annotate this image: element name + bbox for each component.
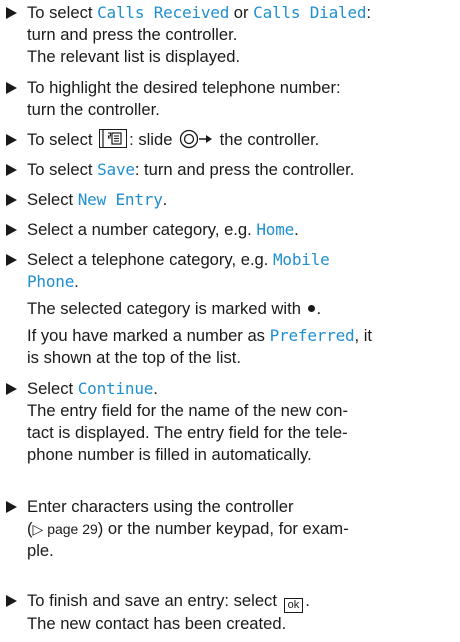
result-note: , it [354, 326, 373, 345]
step-select-calls-list: To select Calls Received or Calls Dialed… [6, 2, 456, 68]
result-note: If you have marked a number as [27, 326, 270, 345]
step-text: Select a number category, e.g. [27, 220, 257, 239]
step-select-continue: Select Continue. The entry field for the… [6, 378, 456, 466]
step-text: . [153, 379, 158, 398]
result-note: phone number is filled in automatically. [27, 445, 312, 464]
step-text: turn the controller. [27, 100, 160, 119]
manual-page: To select Calls Received or Calls Dialed… [0, 0, 460, 642]
bullet-arrow-icon [6, 595, 17, 607]
step-text: : [366, 3, 371, 22]
step-text: . [294, 220, 299, 239]
softkey-preferred: Preferred [269, 326, 355, 345]
bullet-arrow-icon [6, 254, 17, 266]
step-highlight-number: To highlight the desired telephone numbe… [6, 77, 456, 121]
step-text: To select [27, 3, 98, 22]
step-text: ple. [27, 541, 54, 560]
step-select-new-entry: Select New Entry. [6, 189, 456, 211]
step-text: Select a telephone category, e.g. [27, 250, 273, 269]
step-text: To highlight the desired telephone numbe… [27, 78, 341, 97]
bullet-arrow-icon [6, 383, 17, 395]
step-text: the controller. [215, 130, 320, 149]
result-note: . [316, 299, 322, 318]
step-text: ) or the number keypad, for exam- [97, 519, 349, 538]
slide-right-icon [179, 129, 213, 155]
step-text: . [74, 272, 79, 291]
phonebook-key-icon [99, 129, 128, 148]
result-note: The selected category is marked with [27, 299, 306, 318]
result-note: The entry field for the name of the new … [27, 401, 348, 420]
step-text: Enter characters using the controller [27, 497, 294, 516]
page-reference-link[interactable]: ▷ page 29 [33, 521, 98, 537]
step-select-telephone-category: Select a telephone category, e.g. Mobile… [6, 249, 456, 369]
step-text: : turn and press the controller. [134, 160, 355, 179]
step-enter-characters: Enter characters using the controller (▷… [6, 496, 456, 562]
bullet-arrow-icon [6, 194, 17, 206]
step-select-number-category: Select a number category, e.g. Home. [6, 219, 456, 241]
step-text: To finish and save an entry: select [27, 591, 282, 610]
result-note: The new contact has been created. [27, 614, 287, 633]
softkey-mobile: Mobile [273, 250, 330, 269]
bullet-arrow-icon [6, 7, 17, 19]
step-select-phonebook-key: To select : slide the controller. [6, 129, 456, 155]
ok-key-icon: ok [283, 598, 304, 613]
softkey-continue: Continue [77, 379, 154, 398]
step-text: To select [27, 160, 98, 179]
step-text: Select [27, 190, 78, 209]
step-text: . [162, 190, 168, 209]
step-text: or [229, 3, 254, 22]
step-text: : slide [129, 130, 178, 149]
step-select-save: To select Save: turn and press the contr… [6, 159, 456, 181]
softkey-home: Home [256, 220, 295, 239]
bullet-arrow-icon [6, 501, 17, 513]
step-text: Select [27, 379, 78, 398]
step-finish-save-entry: To finish and save an entry: select ok. … [6, 590, 456, 635]
softkey-save: Save [97, 160, 135, 179]
bullet-arrow-icon [6, 82, 17, 94]
softkey-phone: Phone [27, 272, 75, 291]
result-note: tact is displayed. The entry field for t… [27, 423, 348, 442]
step-text: turn and press the controller. [27, 25, 238, 44]
softkey-calls-dialed: Calls Dialed [253, 3, 367, 22]
step-text: . [305, 591, 310, 610]
bullet-arrow-icon [6, 224, 17, 236]
result-note: The relevant list is displayed. [27, 47, 241, 66]
selected-dot-icon [307, 305, 315, 312]
bullet-arrow-icon [6, 164, 17, 176]
softkey-calls-received: Calls Received [97, 3, 230, 22]
step-text: To select [27, 130, 98, 149]
softkey-new-entry: New Entry [77, 190, 163, 209]
bullet-arrow-icon [6, 134, 17, 146]
result-note: is shown at the top of the list. [27, 348, 241, 367]
